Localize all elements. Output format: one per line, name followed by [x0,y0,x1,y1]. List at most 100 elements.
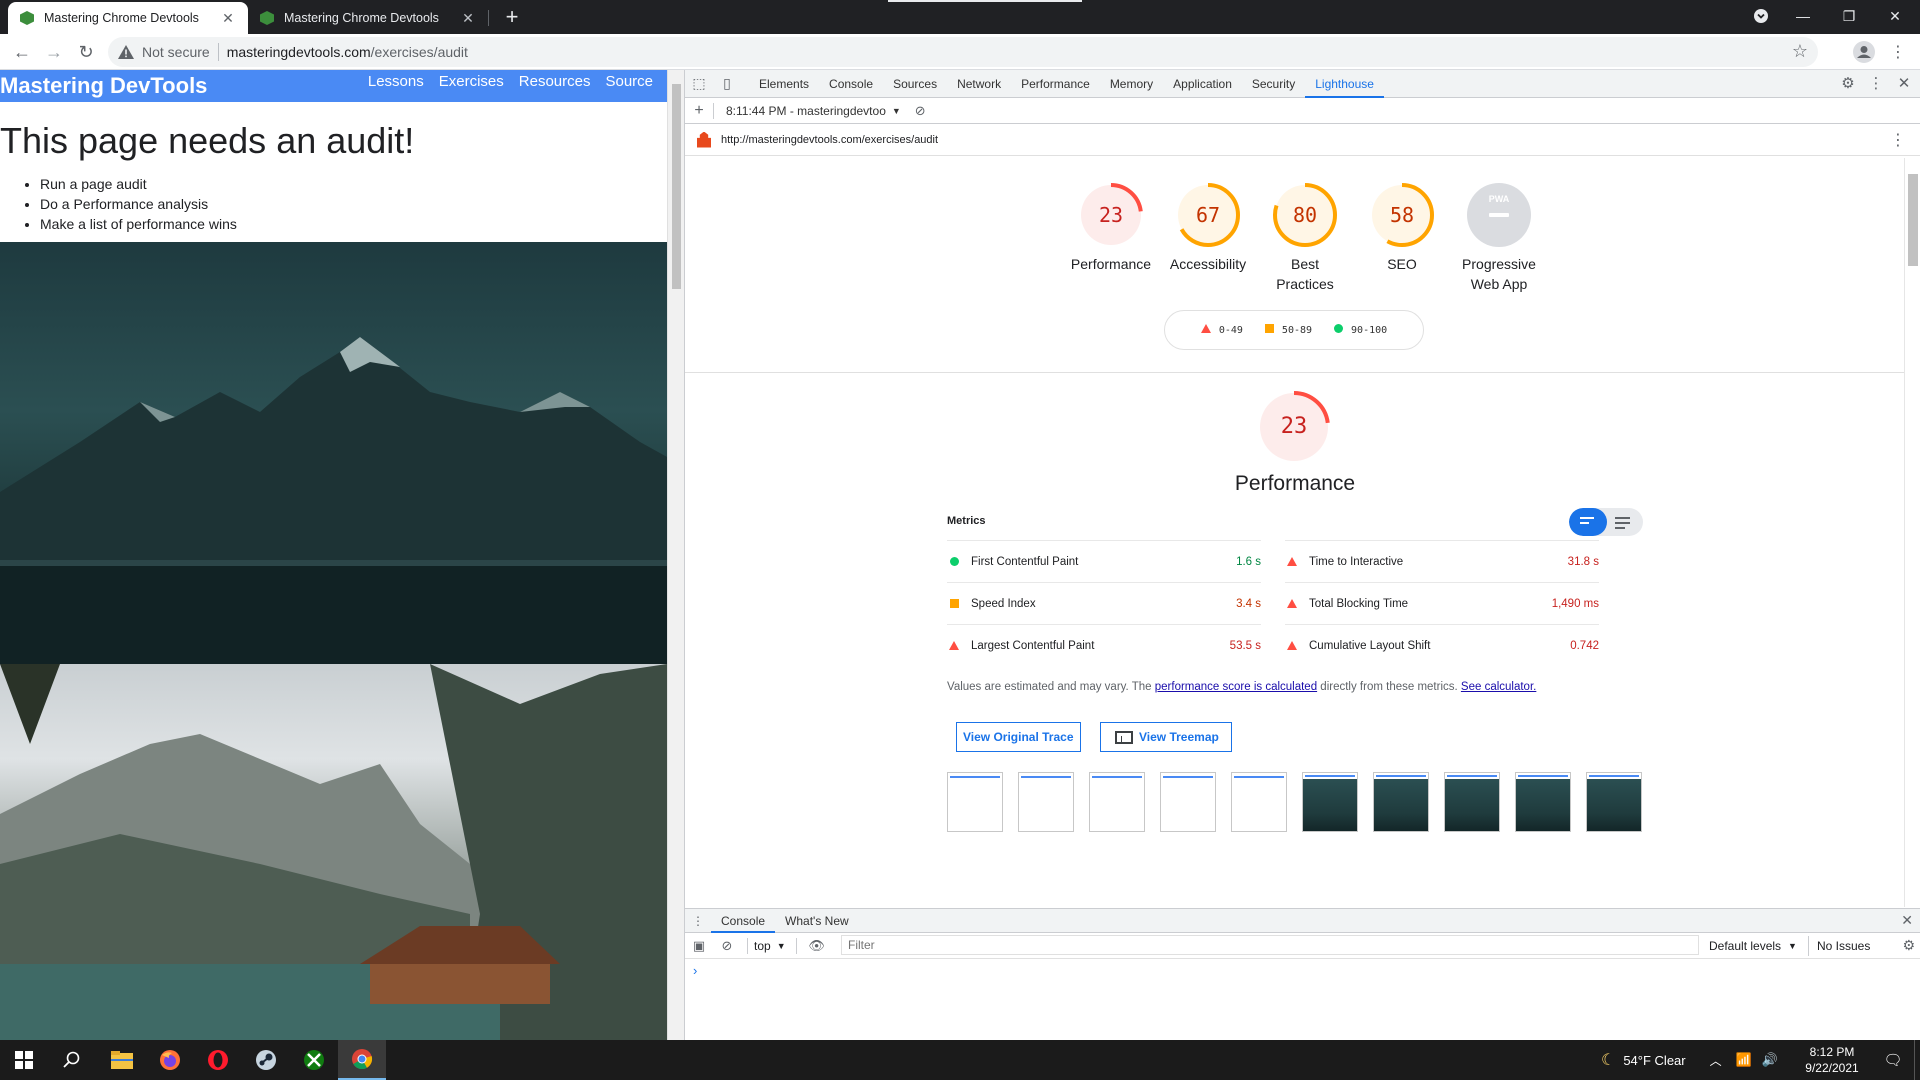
security-label[interactable]: Not secure [142,44,210,60]
tab-network[interactable]: Network [947,70,1011,98]
close-tab-icon[interactable]: ✕ [460,10,476,27]
report-menu-icon[interactable]: ⋮ [1890,130,1906,150]
xbox-icon[interactable] [290,1040,338,1080]
filmstrip-frame [1373,772,1429,832]
console-filter-input[interactable]: Filter [841,935,1699,955]
sidebar-toggle-icon[interactable]: ▣ [685,938,713,954]
legend-average: 50-89 [1264,324,1312,336]
triangle-icon [1287,557,1297,566]
report-scrollbar[interactable] [1904,158,1920,907]
nav-lessons[interactable]: Lessons [368,73,424,90]
gauge-best-practices[interactable]: 80 Best Practices [1250,182,1360,294]
score-calculated-link[interactable]: performance score is calculated [1155,681,1317,693]
inspect-element-icon[interactable]: ⬚ [685,75,713,92]
dropdown-caret-icon[interactable]: ▼ [777,941,786,951]
restore-button[interactable]: ❐ [1826,0,1872,32]
settings-gear-icon[interactable]: ⚙ [1834,70,1862,98]
device-toolbar-icon[interactable]: ▯ [713,75,741,92]
nav-resources[interactable]: Resources [519,73,591,90]
nav-exercises[interactable]: Exercises [439,73,504,90]
metrics-view-toggle[interactable] [1569,508,1643,536]
drawer-tab-console[interactable]: Console [711,909,776,933]
tab-sources[interactable]: Sources [883,70,947,98]
dropdown-caret-icon[interactable]: ▼ [892,106,901,116]
eye-icon[interactable]: 👁 [803,938,831,954]
drawer-tab-whats-new[interactable]: What's New [775,909,859,933]
gauge-seo[interactable]: 58 SEO [1347,182,1457,274]
omnibox-separator [217,43,219,61]
report-select[interactable]: 8:11:44 PM - masteringdevtoo [726,104,886,118]
context-select[interactable]: top [754,939,771,953]
close-tab-icon[interactable]: ✕ [220,10,236,27]
issues-button[interactable]: No Issues [1808,936,1878,956]
weather-text[interactable]: 54°F Clear [1623,1053,1685,1068]
bookmark-star-icon[interactable]: ☆ [1792,41,1808,62]
wifi-icon[interactable]: 📶 [1736,1052,1752,1068]
tab-search-icon[interactable] [1738,0,1784,32]
show-hidden-icons-icon[interactable]: ︿ [1710,1052,1722,1069]
tab-elements[interactable]: Elements [749,70,819,98]
nav-source[interactable]: Source [605,73,653,90]
chrome-menu-icon[interactable]: ⋮ [1886,40,1910,64]
tab-console[interactable]: Console [819,70,883,98]
chrome-taskbar-icon[interactable] [338,1040,386,1080]
file-explorer-icon[interactable] [98,1040,146,1080]
view-treemap-button[interactable]: View Treemap [1100,722,1232,752]
legend-pass: 90-100 [1334,324,1387,336]
page-scrollbar[interactable] [667,70,684,1040]
tab-lighthouse[interactable]: Lighthouse [1305,70,1384,98]
log-levels-select[interactable]: Default levels [1709,939,1781,953]
dropdown-caret-icon[interactable]: ▼ [1788,941,1797,951]
back-arrow-icon[interactable]: ← [10,40,34,64]
browser-tab-2[interactable]: Mastering Chrome Devtools ✕ [248,2,488,34]
devtools-menu-icon[interactable]: ⋮ [1862,70,1890,98]
new-tab-button[interactable]: + [498,4,526,32]
clear-console-icon[interactable]: ⊘ [713,938,741,954]
gauge-accessibility[interactable]: 67 Accessibility [1153,182,1263,274]
minimize-button[interactable]: — [1780,0,1826,32]
steam-icon[interactable] [242,1040,290,1080]
report-url[interactable]: http://masteringdevtools.com/exercises/a… [721,134,938,146]
compact-view-icon[interactable] [1580,517,1596,527]
volume-icon[interactable]: 🔊 [1762,1052,1778,1068]
tab-performance[interactable]: Performance [1011,70,1100,98]
firefox-icon[interactable] [146,1040,194,1080]
scrollbar-thumb[interactable] [1908,174,1918,266]
moon-weather-icon[interactable]: ☾ [1601,1050,1615,1070]
reload-icon[interactable]: ↻ [74,40,98,64]
close-window-button[interactable]: ✕ [1872,0,1918,32]
notifications-icon[interactable]: 🗨 [1872,1051,1914,1069]
filmstrip-frame [1160,772,1216,832]
clear-reports-icon[interactable]: ⊘ [915,103,926,119]
windows-start-icon[interactable] [0,1040,48,1080]
tab-security[interactable]: Security [1242,70,1305,98]
search-icon[interactable] [48,1040,96,1080]
console-settings-icon[interactable]: ⚙ [1902,937,1915,954]
close-drawer-icon[interactable]: ✕ [1901,912,1913,929]
expanded-view-icon[interactable] [1615,517,1631,532]
console-prompt[interactable]: › [693,963,1920,978]
metric-row: Largest Contentful Paint 53.5 s [947,624,1261,666]
scrollbar-thumb[interactable] [672,84,681,289]
profile-avatar-icon[interactable] [1852,40,1876,64]
address-bar[interactable]: Not secure masteringdevtools.com/exercis… [108,37,1818,67]
show-desktop-button[interactable] [1914,1040,1920,1080]
pwa-badge-text: PWA [1488,194,1510,204]
view-original-trace-button[interactable]: View Original Trace [956,722,1081,752]
lighthouse-report: 23 Performance 67 Accessibility 80 Best … [685,158,1905,907]
metrics-section: Metrics First Contentful Paint 1.6 s Time… [947,508,1643,666]
forward-arrow-icon[interactable]: → [42,40,66,64]
system-clock[interactable]: 8:12 PM 9/22/2021 [1792,1044,1872,1076]
gauge-pwa[interactable]: PWA Progressive Web App [1444,182,1554,294]
tab-memory[interactable]: Memory [1100,70,1163,98]
drawer-menu-icon[interactable]: ⋮ [685,914,711,928]
new-report-icon[interactable]: + [685,102,713,120]
site-title[interactable]: Mastering DevTools [0,73,207,99]
browser-tab-1[interactable]: Mastering Chrome Devtools ✕ [8,2,248,34]
opera-icon[interactable] [194,1040,242,1080]
gauge-performance[interactable]: 23 Performance [1056,182,1166,274]
tab-application[interactable]: Application [1163,70,1242,98]
close-devtools-icon[interactable]: ✕ [1890,70,1918,98]
see-calculator-link[interactable]: See calculator. [1461,681,1536,693]
button-label: View Treemap [1139,730,1219,744]
